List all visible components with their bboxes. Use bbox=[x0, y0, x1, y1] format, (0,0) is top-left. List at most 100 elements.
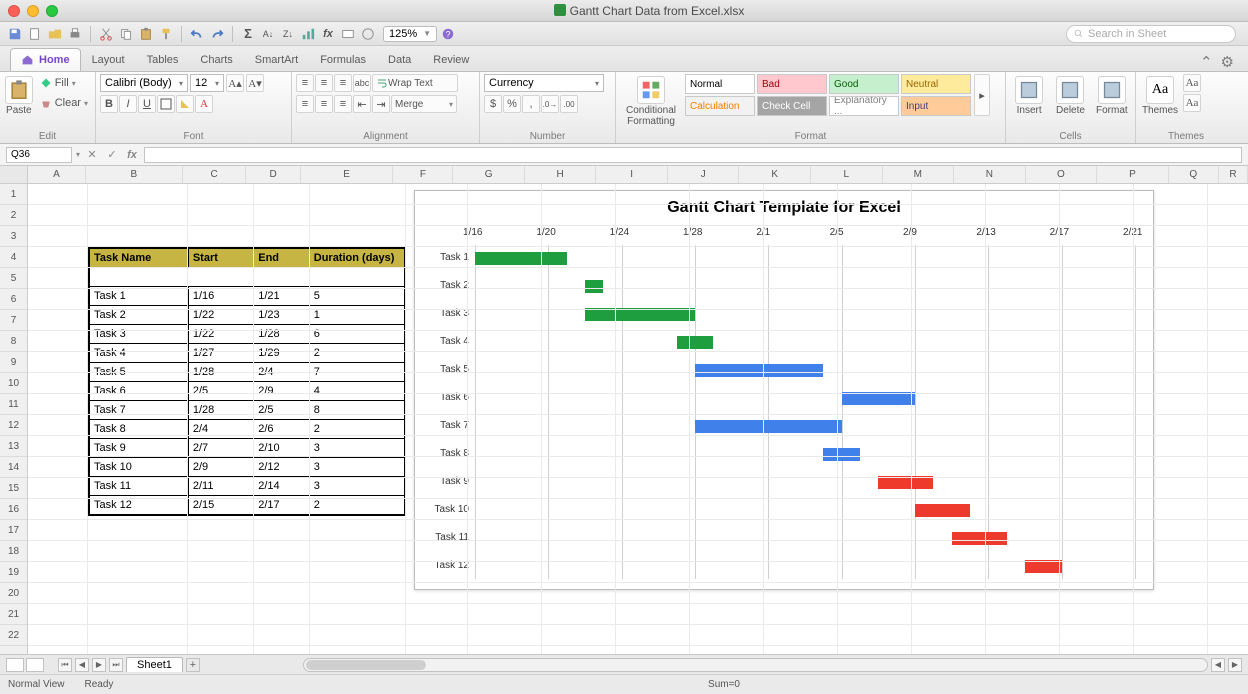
row-header[interactable]: 12 bbox=[0, 415, 27, 436]
gantt-bar[interactable] bbox=[695, 364, 823, 377]
col-header[interactable]: C bbox=[183, 166, 247, 183]
clear-button[interactable]: Clear▾ bbox=[37, 94, 91, 112]
font-name-selector[interactable]: Calibri (Body)▾ bbox=[100, 74, 188, 92]
format-painter-icon[interactable] bbox=[157, 25, 175, 43]
align-center-icon[interactable]: ≡ bbox=[315, 95, 333, 113]
zoom-window-button[interactable] bbox=[46, 5, 58, 17]
col-header[interactable]: K bbox=[739, 166, 811, 183]
new-icon[interactable] bbox=[26, 25, 44, 43]
underline-button[interactable]: U bbox=[138, 95, 156, 113]
tab-data[interactable]: Data bbox=[377, 49, 422, 71]
merge-button[interactable]: Merge▾ bbox=[391, 95, 457, 113]
row-header[interactable]: 2 bbox=[0, 205, 27, 226]
row-header[interactable]: 17 bbox=[0, 520, 27, 541]
indent-inc-icon[interactable]: ⇥ bbox=[372, 95, 390, 113]
font-size-selector[interactable]: 12▾ bbox=[190, 74, 224, 92]
row-header[interactable]: 8 bbox=[0, 331, 27, 352]
ribbon-settings-icon[interactable]: ⚙ bbox=[1217, 53, 1238, 71]
add-sheet-button[interactable]: + bbox=[186, 658, 200, 672]
format-button[interactable]: Format bbox=[1093, 74, 1131, 117]
orientation-icon[interactable]: abc bbox=[353, 74, 371, 92]
row-header[interactable]: 6 bbox=[0, 289, 27, 310]
hscroll-left[interactable]: ◀ bbox=[1211, 658, 1225, 672]
gantt-bar[interactable] bbox=[695, 420, 842, 433]
currency-icon[interactable]: $ bbox=[484, 95, 502, 113]
copy-icon[interactable] bbox=[117, 25, 135, 43]
percent-icon[interactable]: % bbox=[503, 95, 521, 113]
formula-input[interactable] bbox=[144, 147, 1242, 163]
gantt-bar[interactable] bbox=[585, 280, 603, 293]
tab-layout[interactable]: Layout bbox=[81, 49, 136, 71]
ribbon-collapse-icon[interactable]: ⌃ bbox=[1196, 53, 1217, 71]
cell-style[interactable]: Good bbox=[829, 74, 899, 94]
italic-button[interactable]: I bbox=[119, 95, 137, 113]
cell-style[interactable]: Explanatory ... bbox=[829, 96, 899, 116]
horizontal-scrollbar[interactable] bbox=[303, 658, 1208, 672]
decimal-dec-icon[interactable]: .00 bbox=[560, 95, 578, 113]
select-all-corner[interactable] bbox=[0, 166, 27, 184]
number-format-selector[interactable]: Currency▾ bbox=[484, 74, 604, 92]
col-header[interactable]: D bbox=[246, 166, 300, 183]
theme-colors-icon[interactable]: Aa bbox=[1183, 74, 1201, 92]
save-icon[interactable] bbox=[6, 25, 24, 43]
row-header[interactable]: 21 bbox=[0, 604, 27, 625]
col-header[interactable]: L bbox=[811, 166, 883, 183]
col-header[interactable]: N bbox=[954, 166, 1026, 183]
tab-home[interactable]: Home bbox=[10, 48, 81, 71]
chart-icon[interactable] bbox=[299, 25, 317, 43]
insert-button[interactable]: Insert bbox=[1010, 74, 1048, 117]
row-header[interactable]: 20 bbox=[0, 583, 27, 604]
wrap-text-button[interactable]: Wrap Text bbox=[372, 74, 458, 92]
paste-button[interactable]: Paste bbox=[4, 74, 34, 117]
row-header[interactable]: 10 bbox=[0, 373, 27, 394]
row-header[interactable]: 9 bbox=[0, 352, 27, 373]
tab-nav-next[interactable]: ▶ bbox=[92, 658, 106, 672]
close-window-button[interactable] bbox=[8, 5, 20, 17]
tab-charts[interactable]: Charts bbox=[189, 49, 243, 71]
font-color-button[interactable]: A bbox=[195, 95, 213, 113]
paste-icon[interactable] bbox=[137, 25, 155, 43]
bold-button[interactable]: B bbox=[100, 95, 118, 113]
name-box[interactable]: Q36 bbox=[6, 147, 72, 163]
hscroll-right[interactable]: ▶ bbox=[1228, 658, 1242, 672]
delete-button[interactable]: Delete bbox=[1051, 74, 1089, 117]
fill-color-button[interactable] bbox=[176, 95, 194, 113]
shrink-font-icon[interactable]: A▾ bbox=[246, 74, 264, 92]
help-icon[interactable]: ? bbox=[439, 25, 457, 43]
border-button[interactable] bbox=[157, 95, 175, 113]
row-header[interactable]: 13 bbox=[0, 436, 27, 457]
col-header[interactable]: I bbox=[596, 166, 668, 183]
row-header[interactable]: 22 bbox=[0, 625, 27, 646]
align-top-icon[interactable]: ≡ bbox=[296, 74, 314, 92]
gantt-bar[interactable] bbox=[823, 448, 860, 461]
sheet-tab-active[interactable]: Sheet1 bbox=[126, 657, 183, 672]
sort-za-icon[interactable]: Z↓ bbox=[279, 25, 297, 43]
normal-view-icon[interactable] bbox=[6, 658, 24, 672]
col-header[interactable]: J bbox=[668, 166, 740, 183]
gantt-bar[interactable] bbox=[952, 532, 1007, 545]
row-header[interactable]: 11 bbox=[0, 394, 27, 415]
styles-more-icon[interactable]: ▸ bbox=[974, 74, 990, 116]
col-header[interactable]: G bbox=[453, 166, 525, 183]
open-icon[interactable] bbox=[46, 25, 64, 43]
col-header[interactable]: P bbox=[1097, 166, 1169, 183]
col-header[interactable]: B bbox=[86, 166, 183, 183]
row-header[interactable]: 16 bbox=[0, 499, 27, 520]
tab-nav-prev[interactable]: ◀ bbox=[75, 658, 89, 672]
tab-formulas[interactable]: Formulas bbox=[309, 49, 377, 71]
print-icon[interactable] bbox=[66, 25, 84, 43]
cell-style[interactable]: Calculation bbox=[685, 96, 755, 116]
fx-button[interactable]: fx bbox=[124, 147, 140, 163]
gantt-chart[interactable]: Gantt Chart Template for Excel 1/161/201… bbox=[414, 190, 1154, 590]
cell-style[interactable]: Bad bbox=[757, 74, 827, 94]
col-header[interactable]: E bbox=[301, 166, 394, 183]
row-header[interactable]: 4 bbox=[0, 247, 27, 268]
autosum-icon[interactable]: Σ bbox=[239, 25, 257, 43]
col-header[interactable]: R bbox=[1219, 166, 1248, 183]
comma-icon[interactable]: , bbox=[522, 95, 540, 113]
row-header[interactable]: 5 bbox=[0, 268, 27, 289]
align-right-icon[interactable]: ≡ bbox=[334, 95, 352, 113]
show-formulas-icon[interactable] bbox=[339, 25, 357, 43]
filter-icon[interactable] bbox=[359, 25, 377, 43]
decimal-inc-icon[interactable]: .0→ bbox=[541, 95, 559, 113]
